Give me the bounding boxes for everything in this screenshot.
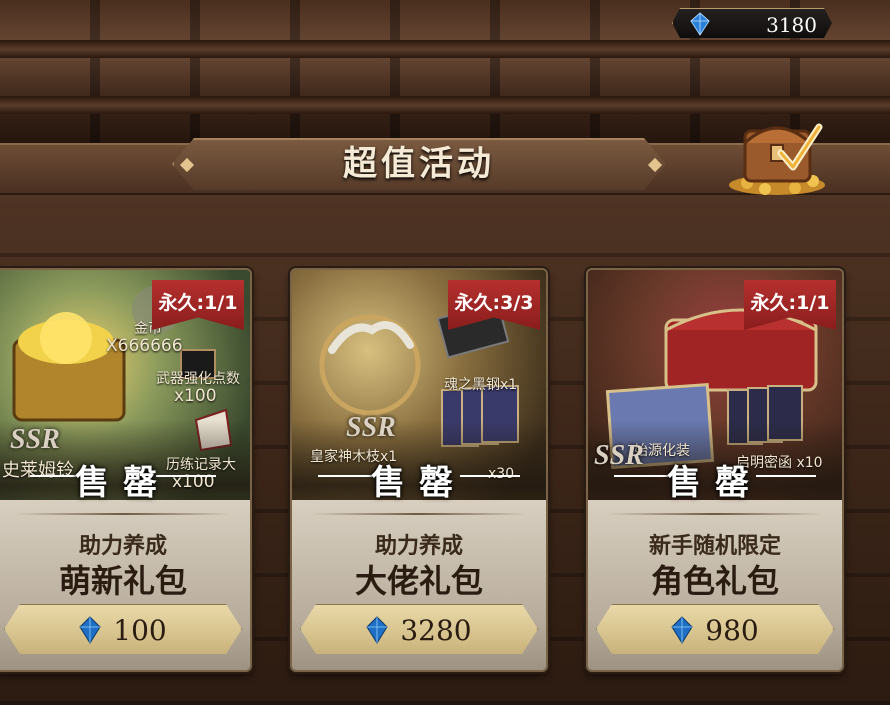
sold-out-label: 售罄 [667, 463, 763, 503]
item-qty: X666666 [106, 336, 183, 356]
currency-display[interactable]: 3180 [672, 8, 832, 38]
blue-gem-icon [690, 12, 710, 36]
blue-gem-icon [366, 616, 388, 644]
item-label: 魂之黑钢x1 [444, 377, 518, 393]
page-title: 超值活动 [343, 144, 495, 184]
blue-gem-icon [671, 616, 693, 644]
currency-amount: 3180 [766, 13, 817, 37]
sold-out-label: 售罄 [371, 463, 467, 503]
price-value: 100 [113, 613, 167, 647]
treasure-chest-icon[interactable] [725, 103, 835, 198]
pack-name: 大佬礼包 [354, 562, 483, 600]
pack-name: 萌新礼包 [58, 562, 187, 600]
gift-pack-card-character[interactable]: 始源化装 启明密函 x10 SSR 永久:1/1 售罄 新手随机限定 角色礼包 … [586, 268, 844, 672]
item-qty: x100 [174, 386, 217, 406]
ssr-badge: SSR [10, 424, 60, 455]
price-button[interactable]: 100 [4, 604, 242, 656]
gift-pack-card-newbie[interactable]: 金币 X666666 武器强化点数 x100 历练记录大 x100 SSR 史莱… [0, 268, 252, 672]
gift-pack-card-big-spender[interactable]: 魂之黑钢x1 皇家神木枝x1 x30 SSR 永久:3/3 售罄 助力养成 大佬… [290, 268, 548, 672]
sold-out-label: 售罄 [75, 463, 171, 503]
price-button[interactable]: 980 [596, 604, 834, 656]
ssr-badge: SSR [346, 412, 396, 443]
price-value: 3280 [400, 613, 472, 647]
price-value: 980 [705, 613, 759, 647]
blue-gem-icon [79, 616, 101, 644]
ornament-divider [608, 513, 822, 515]
item-label: 武器强化点数 [156, 371, 240, 387]
ceiling-beam [0, 40, 890, 58]
pack-name: 角色礼包 [650, 562, 779, 600]
ornament-divider [16, 513, 230, 515]
ornament-divider [312, 513, 526, 515]
price-button[interactable]: 3280 [300, 604, 538, 656]
